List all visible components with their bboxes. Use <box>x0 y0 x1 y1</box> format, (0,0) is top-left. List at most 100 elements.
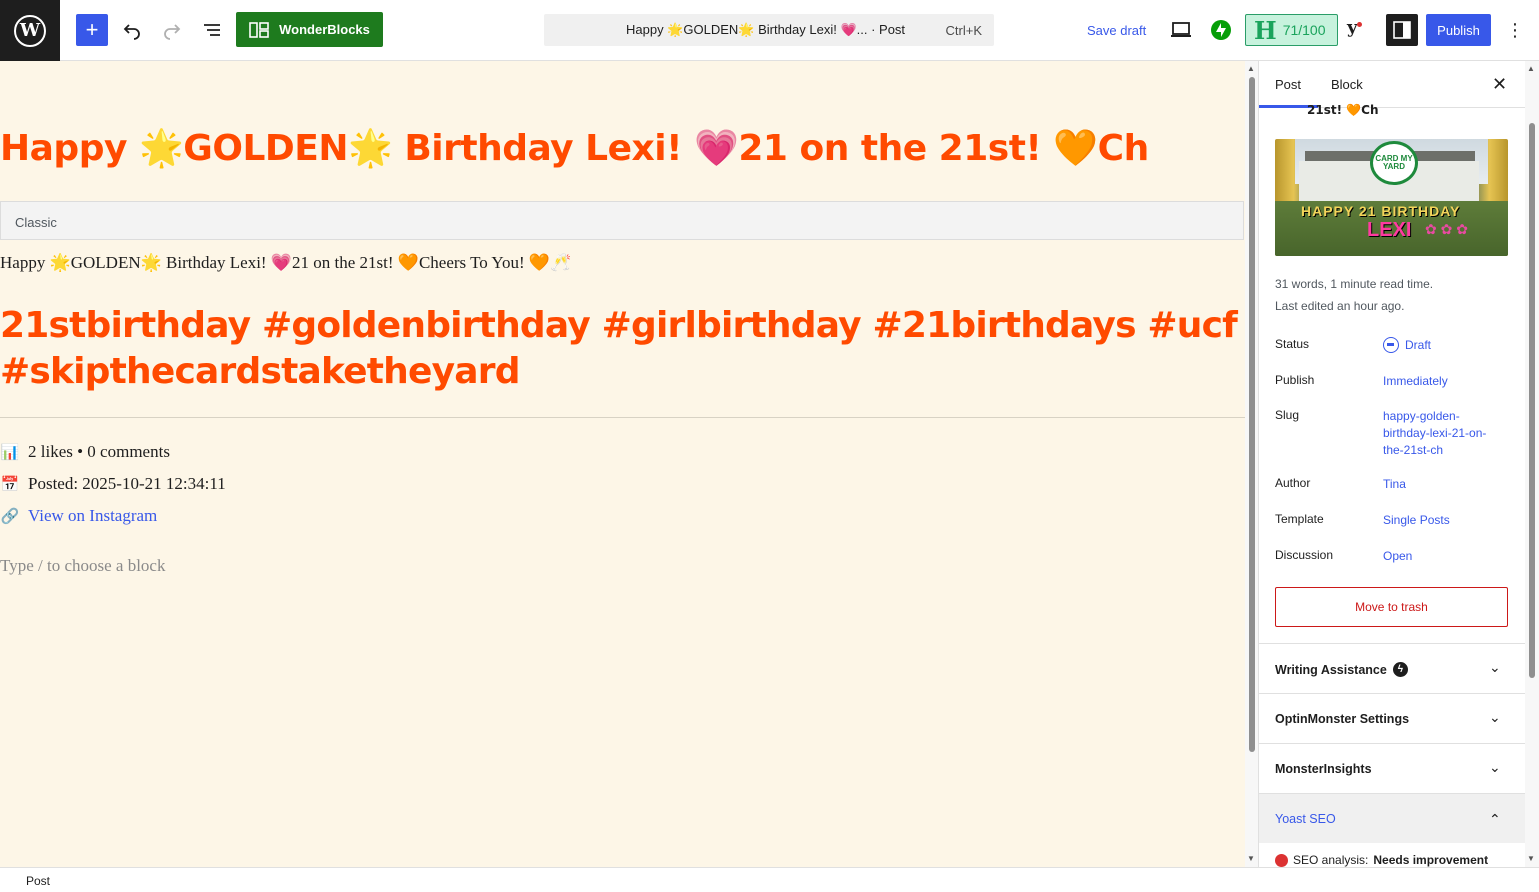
separator-block <box>0 417 1245 418</box>
redo-icon <box>164 24 181 40</box>
author-label: Author <box>1275 476 1311 490</box>
chevron-down-icon: ⌄ <box>1489 709 1501 725</box>
wordpress-logo-button[interactable]: W <box>0 0 60 61</box>
scroll-down-arrow-icon[interactable]: ▼ <box>1527 854 1535 863</box>
jetpack-bolt-icon: ϟ <box>1392 662 1408 677</box>
featured-image-decor: ✿ ✿ ✿ <box>1425 221 1468 237</box>
chevron-down-icon: ⌄ <box>1489 759 1501 775</box>
sidebar-icon <box>1393 21 1411 39</box>
sidebar-scrollbar-thumb[interactable] <box>1529 123 1535 678</box>
yoast-icon: y <box>1347 17 1358 38</box>
breadcrumb[interactable]: Post <box>26 874 50 888</box>
seo-status-icon <box>1275 853 1288 867</box>
template-value[interactable]: Single Posts <box>1383 512 1450 529</box>
settings-sidebar: Post Block ✕ 21st! 🧡Ch CARD MY YARD HAPP… <box>1258 61 1525 867</box>
canvas-scrollbar-thumb[interactable] <box>1249 77 1255 752</box>
list-view-icon <box>204 24 220 36</box>
slug-value[interactable]: happy-golden-birthday-lexi-21-on-the-21s… <box>1383 408 1493 459</box>
options-menu-button[interactable]: ⋮ <box>1505 17 1525 43</box>
panel-writing-assistance-title: Writing Assistance ϟ <box>1275 662 1408 677</box>
template-label: Template <box>1275 512 1324 526</box>
jetpack-icon <box>1211 20 1231 40</box>
post-stats: 31 words, 1 minute read time. Last edite… <box>1275 273 1433 317</box>
card-my-yard-logo: CARD MY YARD <box>1370 141 1418 185</box>
publish-button[interactable]: Publish <box>1426 14 1491 46</box>
calendar-icon: 📅 <box>0 476 20 493</box>
panel-writing-assistance-label: Writing Assistance <box>1275 662 1387 677</box>
block-placeholder[interactable]: Type / to choose a block <box>0 556 165 576</box>
wonderblocks-button[interactable]: WonderBlocks <box>236 12 383 47</box>
publish-value[interactable]: Immediately <box>1383 373 1448 390</box>
featured-image[interactable]: CARD MY YARD HAPPY 21 BIRTHDAY LEXI ✿ ✿ … <box>1275 139 1508 256</box>
instagram-line[interactable]: 🔗 View on Instagram <box>0 506 158 526</box>
undo-button[interactable] <box>116 14 148 46</box>
seo-analysis-label: SEO analysis: <box>1293 853 1369 867</box>
sidebar-scrollbar[interactable]: ▲ ▼ <box>1525 61 1539 867</box>
editor-toolbar: W + WonderBlocks Happy 🌟GOLDEN🌟 Birthday… <box>0 0 1539 61</box>
scroll-up-arrow-icon[interactable]: ▲ <box>1247 64 1255 73</box>
post-title[interactable]: Happy 🌟GOLDEN🌟 Birthday Lexi! 💗21 on the… <box>0 127 1245 169</box>
featured-image-sign: HAPPY 21 BIRTHDAY <box>1301 203 1461 219</box>
document-title: Happy 🌟GOLDEN🌟 Birthday Lexi! 💗... · Pos… <box>626 22 906 37</box>
panel-yoast-seo-label: Yoast SEO <box>1275 812 1336 826</box>
discussion-value[interactable]: Open <box>1383 548 1412 565</box>
classic-block-content[interactable]: Happy 🌟GOLDEN🌟 Birthday Lexi! 💗21 on the… <box>0 253 571 273</box>
classic-block-toolbar[interactable]: Classic <box>0 201 1244 240</box>
featured-image-name: LEXI <box>1367 219 1412 241</box>
scroll-up-arrow-icon[interactable]: ▲ <box>1527 64 1535 73</box>
wordpress-icon: W <box>14 14 46 47</box>
bar-chart-icon: 📊 <box>0 444 20 461</box>
wonderblocks-icon <box>249 21 269 38</box>
canvas-scrollbar[interactable]: ▲ ▼ <box>1245 61 1259 867</box>
document-overview-button[interactable] <box>196 14 228 46</box>
hemingway-score-button[interactable]: H 71/100 <box>1245 14 1338 46</box>
wonderblocks-label: WonderBlocks <box>279 22 370 37</box>
classic-block-label: Classic <box>15 215 57 230</box>
close-icon: ✕ <box>1492 74 1508 94</box>
status-value[interactable]: Draft <box>1383 337 1431 354</box>
publish-label: Publish <box>1275 373 1315 387</box>
hemingway-icon: H <box>1254 15 1277 45</box>
panel-optinmonster[interactable]: OptinMonster Settings ⌄ <box>1259 693 1525 743</box>
hashtags-heading[interactable]: 21stbirthday #goldenbirthday #girlbirthd… <box>0 303 1240 395</box>
hashtags-line-1: 21stbirthday #goldenbirthday #girlbirthd… <box>0 305 1238 346</box>
posted-line[interactable]: 📅 Posted: 2025-10-21 12:34:11 <box>0 474 226 494</box>
panel-optinmonster-label: OptinMonster Settings <box>1275 712 1410 726</box>
panel-writing-assistance[interactable]: Writing Assistance ϟ ⌄ <box>1259 643 1525 693</box>
seo-analysis-line[interactable]: SEO analysis: Needs improvement <box>1275 853 1488 867</box>
save-draft-button[interactable]: Save draft <box>1087 23 1146 38</box>
laptop-icon <box>1171 22 1191 37</box>
status-label: Status <box>1275 337 1310 351</box>
undo-icon <box>123 24 140 40</box>
posted-text: Posted: 2025-10-21 12:34:11 <box>28 474 226 493</box>
settings-sidebar-toggle[interactable] <box>1386 14 1418 46</box>
likes-line[interactable]: 📊 2 likes • 0 comments <box>0 442 170 462</box>
last-edited: Last edited an hour ago. <box>1275 299 1405 313</box>
hashtags-line-2: #skipthecardstaketheyard <box>0 351 521 392</box>
editor-canvas: Happy 🌟GOLDEN🌟 Birthday Lexi! 💗21 on the… <box>0 61 1245 867</box>
preview-button[interactable] <box>1168 17 1194 43</box>
tab-block[interactable]: Block <box>1331 77 1363 92</box>
more-vertical-icon: ⋮ <box>1506 19 1524 40</box>
move-to-trash-button[interactable]: Move to trash <box>1275 587 1508 627</box>
close-sidebar-button[interactable]: ✕ <box>1492 74 1507 95</box>
command-shortcut: Ctrl+K <box>945 23 982 38</box>
yoast-button[interactable]: y <box>1347 17 1377 43</box>
command-palette-bar[interactable]: Happy 🌟GOLDEN🌟 Birthday Lexi! 💗... · Pos… <box>544 14 994 46</box>
editor-footer: Post <box>0 867 1539 892</box>
draft-status-icon <box>1383 337 1399 353</box>
panel-yoast-seo[interactable]: Yoast SEO ⌃ <box>1259 793 1525 843</box>
tab-post[interactable]: Post <box>1275 77 1301 92</box>
author-value[interactable]: Tina <box>1383 476 1406 493</box>
redo-button[interactable] <box>156 14 188 46</box>
chevron-up-icon: ⌃ <box>1489 811 1501 827</box>
block-inserter-button[interactable]: + <box>76 14 108 46</box>
yoast-status-dot <box>1357 22 1363 27</box>
scroll-down-arrow-icon[interactable]: ▼ <box>1247 854 1255 863</box>
sidebar-post-title-fragment: 21st! 🧡Ch <box>1307 103 1379 117</box>
chevron-down-icon: ⌄ <box>1489 659 1501 675</box>
link-icon: 🔗 <box>0 508 20 525</box>
instagram-link[interactable]: View on Instagram <box>28 506 157 526</box>
jetpack-button[interactable] <box>1208 17 1234 43</box>
panel-monsterinsights[interactable]: MonsterInsights ⌄ <box>1259 743 1525 793</box>
